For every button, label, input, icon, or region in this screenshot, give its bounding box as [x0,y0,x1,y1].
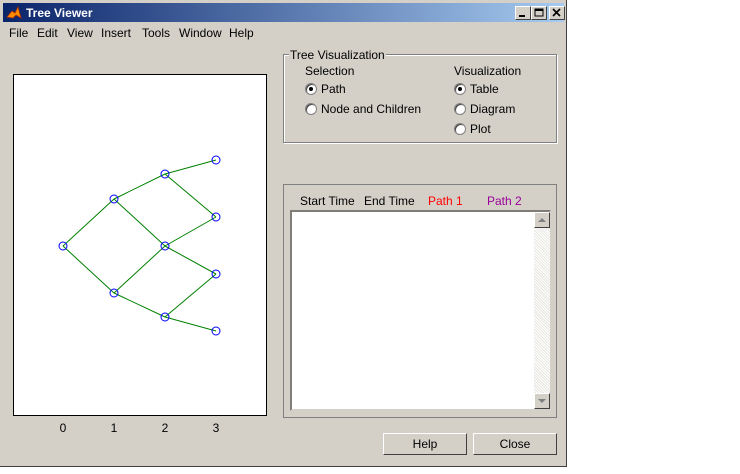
vertical-scrollbar[interactable] [534,212,550,409]
title-bar[interactable]: Tree Viewer [3,3,565,22]
radio-plot-label[interactable]: Plot [470,122,491,136]
tree-edge [113,245,166,294]
minimize-icon [519,15,525,17]
menu-view[interactable]: View [67,26,93,40]
close-icon [552,8,561,17]
radio-node-and-children-label[interactable]: Node and Children [321,102,421,116]
radio-node-and-children[interactable] [305,103,317,115]
radio-plot[interactable] [454,123,466,135]
radio-table[interactable] [454,83,466,95]
matlab-logo-icon [6,5,22,19]
tree-edge [164,245,217,275]
column-path-2: Path 2 [487,194,522,208]
menu-insert[interactable]: Insert [101,26,131,40]
help-button[interactable]: Help [383,433,467,455]
menu-tools[interactable]: Tools [142,26,170,40]
x-tick-label: 2 [161,421,169,435]
arrow-up-icon [538,218,546,222]
menu-edit[interactable]: Edit [37,26,58,40]
menu-window[interactable]: Window [179,26,222,40]
tree-diagram [58,155,221,336]
tree-edge [164,216,217,247]
scroll-up-button[interactable] [534,212,550,228]
radio-path-label[interactable]: Path [321,82,346,96]
tree-edge [62,198,115,247]
close-window-button[interactable] [549,6,565,20]
x-tick-label: 3 [212,421,220,435]
menu-bar: File Edit View Insert Tools Window Help [3,23,564,43]
tree-edge [113,173,166,200]
tree-visualization-title: Tree Visualization [289,48,386,62]
tree-plot-axes[interactable] [13,74,267,416]
x-tick-label: 0 [59,421,67,435]
menu-file[interactable]: File [9,26,28,40]
table-listbox[interactable] [290,210,551,411]
visualization-label: Visualization [454,64,522,78]
maximize-icon [534,8,544,17]
selection-label: Selection [305,64,355,78]
arrow-down-icon [538,399,546,403]
tree-edge [113,292,166,318]
column-start-time: Start Time [300,194,355,208]
scroll-down-button[interactable] [534,393,550,409]
window-title: Tree Viewer [26,6,93,20]
maximize-button[interactable] [531,6,547,20]
tree-viewer-window: Tree Viewer File Edit View Insert Tools … [0,0,567,467]
close-button[interactable]: Close [473,433,557,455]
tree-edge [164,316,217,332]
x-tick-label: 1 [110,421,118,435]
radio-path[interactable] [305,83,317,95]
tree-edge [164,159,217,175]
menu-help[interactable]: Help [229,26,254,40]
radio-diagram[interactable] [454,103,466,115]
radio-table-label[interactable]: Table [470,82,499,96]
tree-edge [164,273,217,318]
tree-edge [113,198,166,247]
minimize-button[interactable] [515,6,531,20]
tree-edge [164,173,217,218]
radio-diagram-label[interactable]: Diagram [470,102,515,116]
column-path-1: Path 1 [428,194,463,208]
tree-edge [62,245,115,294]
column-end-time: End Time [364,194,415,208]
